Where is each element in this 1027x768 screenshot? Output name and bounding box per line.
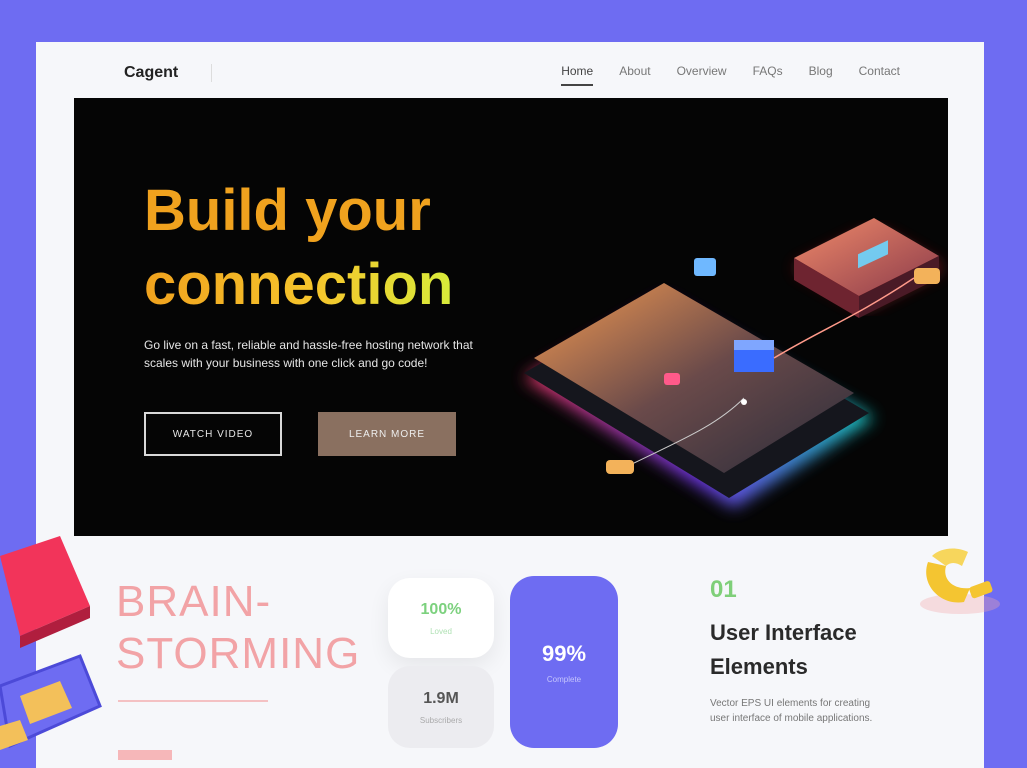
stat-value: 100% bbox=[420, 600, 462, 618]
hero-description: Go live on a fast, reliable and hassle-f… bbox=[144, 338, 473, 370]
feature-number: 01 bbox=[710, 576, 737, 603]
brainstorming-line2: STORMING bbox=[116, 629, 361, 678]
divider-line bbox=[118, 700, 268, 702]
nav-divider bbox=[211, 64, 212, 82]
decorative-3d-cards bbox=[0, 536, 102, 750]
learn-more-button[interactable]: LEARN MORE bbox=[318, 412, 456, 456]
feature-title: User Interface Elements bbox=[710, 620, 857, 679]
nav-item-contact[interactable]: Contact bbox=[859, 64, 900, 86]
stat-value: 1.9M bbox=[423, 689, 459, 707]
hero-title-line1: Build your bbox=[144, 178, 431, 243]
nav-item-faqs[interactable]: FAQs bbox=[753, 64, 783, 86]
read-more-tag[interactable] bbox=[118, 750, 172, 760]
stat-label: Complete bbox=[546, 674, 582, 684]
nav-item-overview[interactable]: Overview bbox=[677, 64, 727, 86]
content-section: BRAIN- STORMING 100% Loved 1.9M Subscrib… bbox=[36, 536, 984, 768]
brainstorming-heading: BRAIN- STORMING bbox=[116, 576, 360, 680]
stat-value: 99% bbox=[541, 640, 587, 666]
hero-banner: Build your connection Go live on a fast,… bbox=[74, 98, 948, 536]
stat-label: Subscribers bbox=[419, 715, 463, 725]
nav-menu: Home About Overview FAQs Blog Contact bbox=[561, 64, 900, 86]
nav-item-about[interactable]: About bbox=[619, 64, 650, 86]
hero-title-line2: connection bbox=[144, 248, 453, 322]
logo[interactable]: Cagent bbox=[124, 64, 178, 82]
hero-title: Build your connection bbox=[144, 174, 453, 322]
brainstorming-line1: BRAIN- bbox=[116, 577, 272, 626]
feature-description: Vector EPS UI elements for creating user… bbox=[710, 698, 873, 724]
watch-video-button[interactable]: WATCH VIDEO bbox=[144, 412, 282, 456]
website-card: Cagent Home About Overview FAQs Blog Con… bbox=[36, 42, 984, 768]
nav-item-home[interactable]: Home bbox=[561, 64, 594, 86]
top-navigation: Cagent Home About Overview FAQs Blog Con… bbox=[36, 42, 984, 98]
magnet-icon bbox=[920, 548, 1000, 614]
stat-label: Loved bbox=[430, 626, 452, 636]
stat-card-subscribers: 1.9M Subscribers bbox=[388, 666, 494, 748]
stat-card-complete: 99% Complete bbox=[510, 576, 618, 748]
isometric-phone-illustration bbox=[524, 218, 944, 508]
stat-card-loved: 100% Loved bbox=[388, 578, 494, 658]
nav-item-blog[interactable]: Blog bbox=[809, 64, 833, 86]
